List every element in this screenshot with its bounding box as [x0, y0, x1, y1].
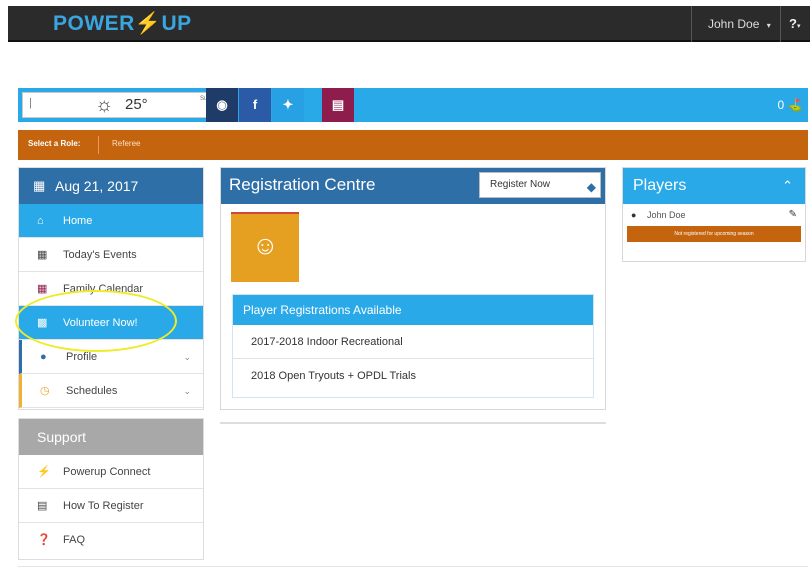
sidebar-date: ▦ Aug 21, 2017	[19, 168, 203, 204]
available-title: Player Registrations Available	[233, 295, 593, 325]
highlight-circle	[15, 290, 177, 352]
support-item-faq[interactable]: ❓ FAQ	[19, 523, 203, 557]
list-item[interactable]: 2017-2018 Indoor Recreational	[233, 325, 593, 359]
divider	[18, 566, 808, 567]
support-title: Support	[19, 419, 203, 455]
support-panel: Support ⚡ Powerup Connect ▤ How To Regis…	[18, 418, 204, 560]
player-icon: ☺	[252, 230, 279, 260]
top-toolbar: | ☼ 25° Sunny ◉ f ✦ ▤ 0 ⛳	[18, 88, 808, 122]
sidebar-item-schedules[interactable]: ◷ Schedules ⌄	[19, 374, 203, 408]
cart-icon: ⛳	[787, 98, 803, 112]
sidebar-item-todays-events[interactable]: ▦ Today's Events	[19, 238, 203, 272]
calendar-icon: ▦	[37, 249, 48, 261]
player-registrations-box: Player Registrations Available 2017-2018…	[232, 294, 594, 398]
divider	[98, 136, 99, 154]
divider	[220, 422, 606, 424]
tag-icon: ◆	[586, 180, 596, 194]
edit-icon[interactable]: ✎	[789, 204, 797, 226]
role-selector[interactable]: Referee	[112, 139, 140, 148]
bolt-icon: ⚡	[134, 12, 162, 35]
role-label: Select a Role:	[28, 139, 81, 148]
registration-header: Registration Centre Register Now ◆	[221, 168, 605, 204]
registration-tile[interactable]: ☺	[231, 212, 299, 282]
cart-button[interactable]: 0 ⛳	[772, 88, 808, 122]
registration-title: Registration Centre	[229, 175, 376, 194]
home-icon: ⌂	[37, 215, 44, 227]
registration-centre-panel: Registration Centre Register Now ◆ ☺ Pla…	[220, 167, 606, 410]
document-icon[interactable]: ▤	[322, 88, 354, 122]
text-cursor: |	[29, 97, 32, 109]
app-logo[interactable]: POWER⚡UP	[53, 12, 192, 36]
chevron-down-icon: ▾	[766, 21, 771, 30]
help-menu[interactable]: ?▾	[780, 6, 810, 42]
sidebar-item-home[interactable]: ⌂ Home	[19, 204, 203, 238]
support-item-how-to-register[interactable]: ▤ How To Register	[19, 489, 203, 523]
role-bar: Select a Role: Referee	[18, 130, 808, 160]
clock-icon: ◷	[40, 385, 50, 397]
sidebar-nav: ▦ Aug 21, 2017 ⌂ Home ▦ Today's Events ▦…	[18, 167, 204, 410]
chevron-up-icon: ⌃	[782, 178, 793, 193]
user-name: John Doe	[708, 17, 760, 31]
chevron-down-icon: ⌄	[183, 352, 191, 362]
players-header[interactable]: Players ⌃	[623, 168, 805, 204]
players-panel: Players ⌃ ● John Doe ✎ Not registered fo…	[622, 167, 806, 262]
document-icon: ▤	[37, 500, 48, 512]
weather-widget[interactable]: | ☼ 25° Sunny	[22, 92, 220, 118]
user-icon: ●	[631, 210, 637, 220]
register-now-button[interactable]: Register Now ◆	[479, 172, 601, 198]
sun-icon: ☼	[95, 94, 114, 116]
status-badge: Not registered for upcoming season	[627, 226, 801, 242]
chevron-down-icon: ⌄	[183, 386, 191, 396]
twitter-icon[interactable]: ✦	[272, 88, 304, 122]
navbar: POWER⚡UP John Doe ▾ ?▾	[8, 6, 810, 42]
question-icon: ❓	[37, 534, 51, 546]
cart-count: 0	[777, 98, 785, 112]
bolt-icon: ⚡	[37, 466, 51, 478]
player-row[interactable]: ● John Doe ✎	[623, 204, 805, 226]
chevron-down-icon: ▾	[796, 23, 801, 30]
globe-icon[interactable]: ◉	[206, 88, 238, 122]
question-icon: ?	[789, 16, 797, 31]
user-menu[interactable]: John Doe ▾	[691, 6, 779, 42]
list-item[interactable]: 2018 Open Tryouts + OPDL Trials	[233, 359, 593, 393]
calendar-icon: ▦	[33, 178, 46, 193]
facebook-icon[interactable]: f	[239, 88, 271, 122]
weather-temp: 25°	[125, 96, 148, 113]
support-item-powerup-connect[interactable]: ⚡ Powerup Connect	[19, 455, 203, 489]
